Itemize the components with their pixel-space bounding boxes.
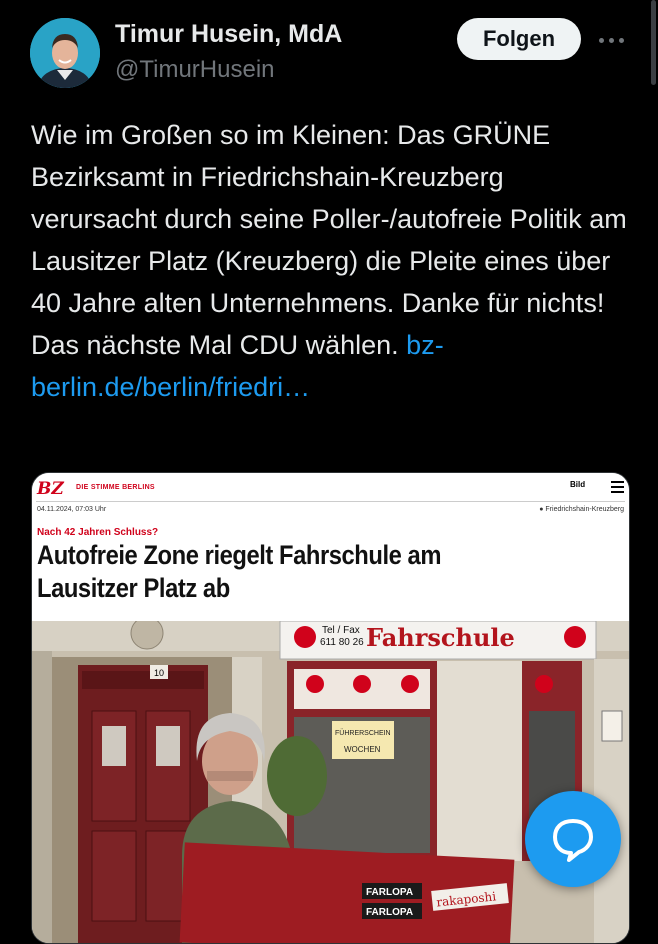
location-label: Friedrichshain-Kreuzberg bbox=[545, 506, 624, 513]
sticker-2: FARLOPA bbox=[366, 907, 413, 918]
article-location: ● Friedrichshain-Kreuzberg bbox=[539, 506, 624, 513]
tweet-text: Wie im Großen so im Kleinen: Das GRÜNE B… bbox=[31, 114, 631, 408]
sign-phone: 611 80 26 bbox=[320, 637, 364, 648]
article-headline: Autofreie Zone riegelt Fahrschule am Lau… bbox=[37, 540, 442, 603]
sign-phone-label: Tel / Fax bbox=[322, 625, 360, 636]
menu-icon bbox=[611, 481, 624, 496]
author-name[interactable]: Timur Husein, MdA bbox=[115, 20, 342, 49]
more-horizontal-icon[interactable] bbox=[594, 22, 630, 58]
window-sign-2: WOCHEN bbox=[344, 745, 381, 754]
bild-logo: Bild bbox=[570, 480, 586, 489]
bz-tagline: DIE STIMME BERLINS bbox=[76, 484, 155, 491]
article-photo: 10 Tel / Fax 611 80 26 Fahrschule FÜHRER… bbox=[32, 621, 629, 943]
divider bbox=[36, 501, 625, 502]
door-number: 10 bbox=[154, 668, 164, 678]
chat-bubble-icon[interactable] bbox=[525, 791, 621, 887]
sticker-1: FARLOPA bbox=[366, 887, 413, 898]
avatar[interactable] bbox=[30, 18, 100, 88]
sign-title: Fahrschule bbox=[366, 623, 515, 652]
article-kicker: Nach 42 Jahren Schluss? bbox=[37, 527, 159, 538]
bz-logo: BZ bbox=[37, 479, 64, 499]
article-header: BZ DIE STIMME BERLINS Bild 04.11.2024, 0… bbox=[32, 473, 629, 623]
author-handle[interactable]: @TimurHusein bbox=[115, 56, 275, 84]
window-sign-1: FÜHRERSCHEIN bbox=[335, 729, 391, 737]
tweet-body: Wie im Großen so im Kleinen: Das GRÜNE B… bbox=[31, 120, 627, 360]
follow-button[interactable]: Folgen bbox=[457, 18, 581, 60]
scrollbar[interactable] bbox=[651, 0, 656, 85]
article-date: 04.11.2024, 07:03 Uhr bbox=[37, 506, 107, 513]
tweet-header: Timur Husein, MdA @TimurHusein Folgen bbox=[0, 0, 658, 100]
